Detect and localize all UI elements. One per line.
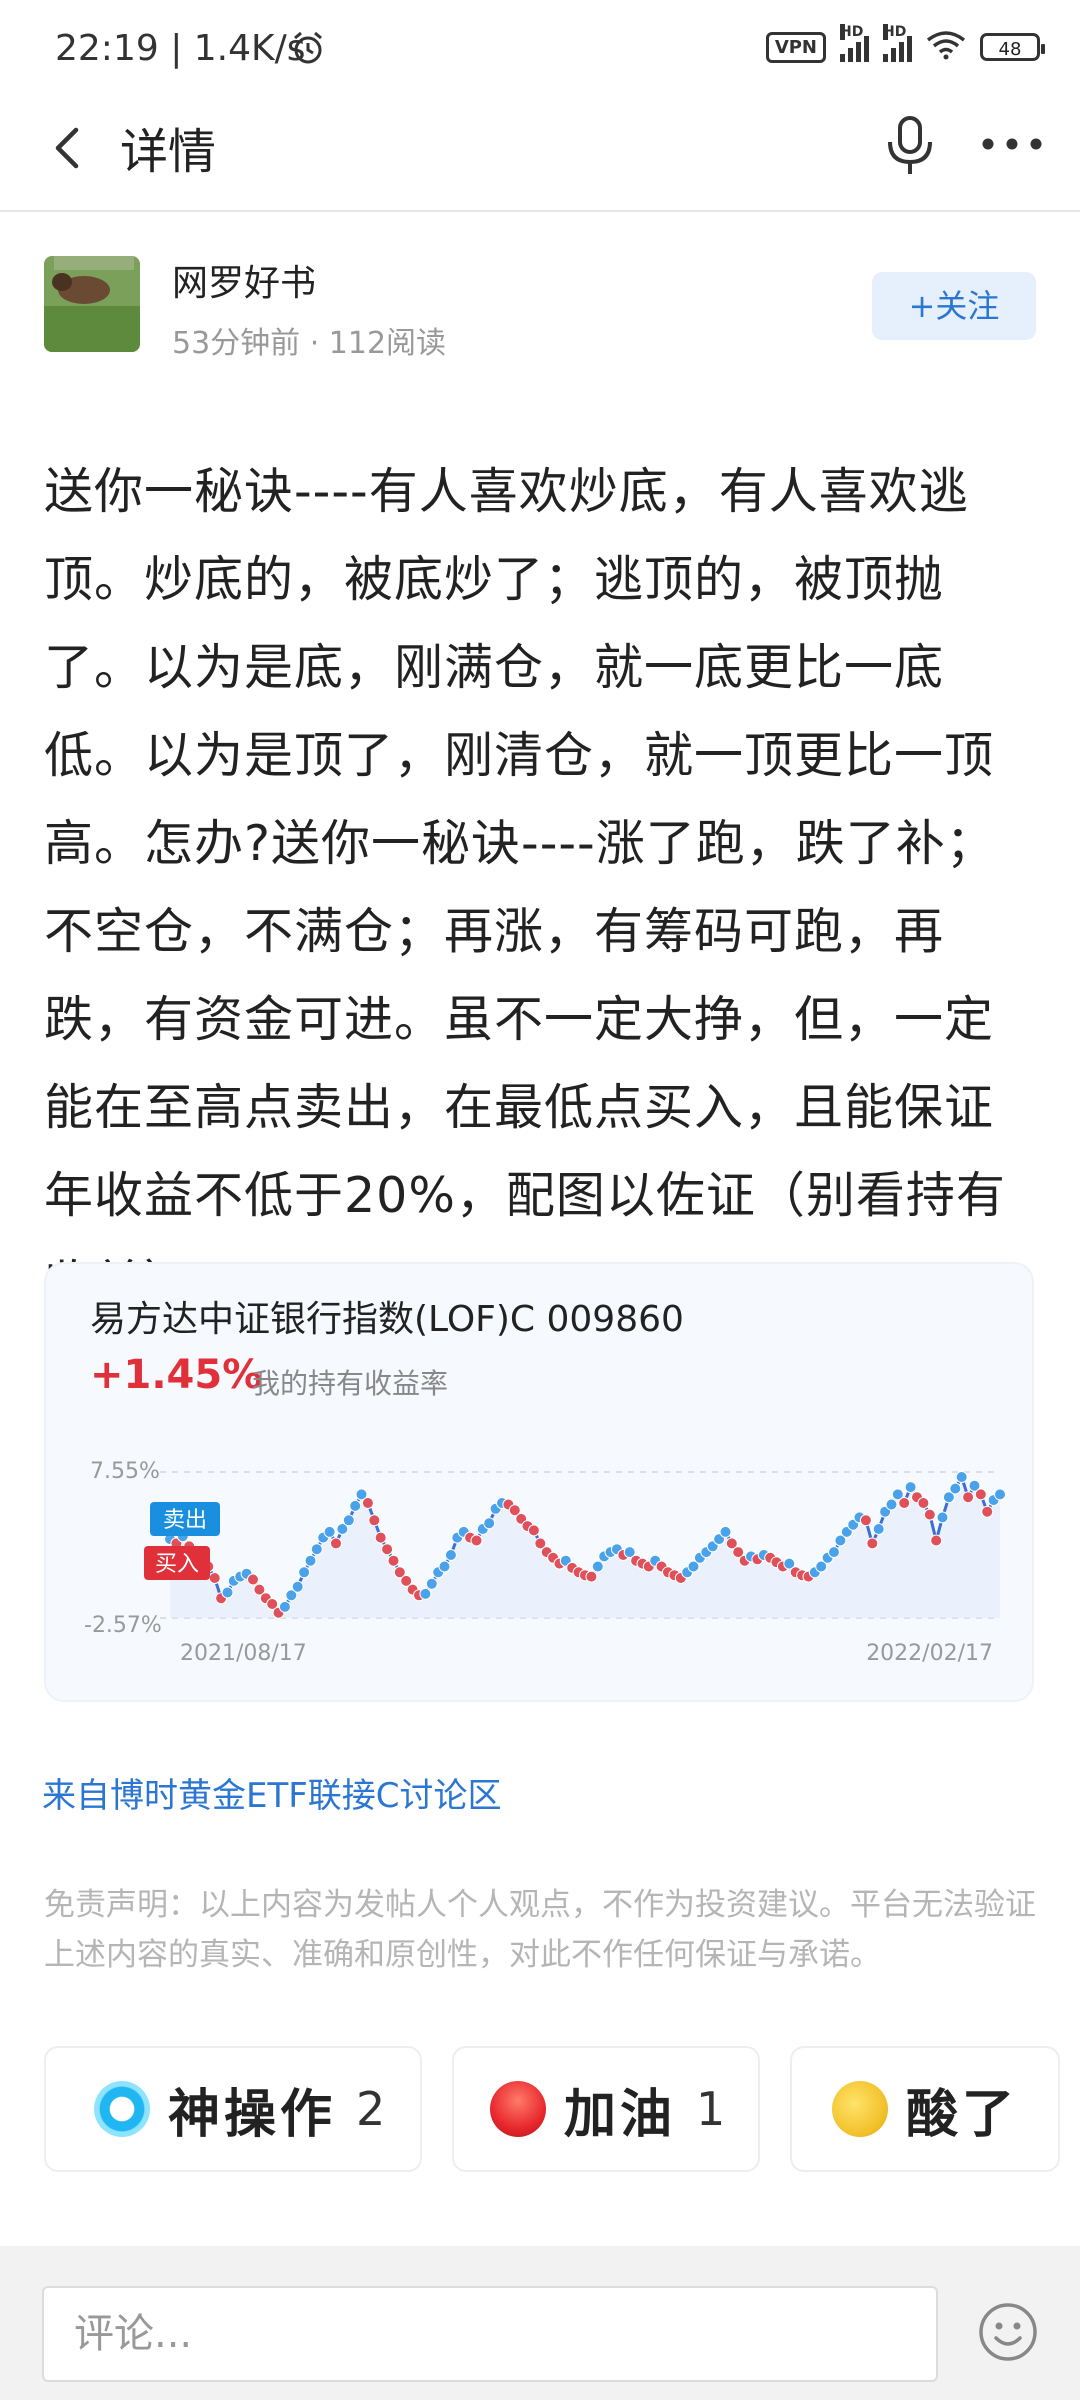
- swirl-icon: [94, 2081, 150, 2137]
- chart-point: [208, 1572, 221, 1584]
- post-content: 送你一秘诀----有人喜欢炒底，有人喜欢逃顶。炒底的，被底炒了；逃顶的，被顶抛了…: [44, 463, 1006, 1312]
- chart-point: [278, 1600, 291, 1613]
- chart-point: [872, 1523, 885, 1535]
- chart-point: [719, 1525, 732, 1538]
- chart-point: [381, 1543, 394, 1556]
- chart-point: [955, 1471, 968, 1483]
- chart-point: [374, 1531, 387, 1544]
- chart-point: [323, 1525, 336, 1538]
- post-time: 53分钟前: [172, 326, 301, 361]
- chart-point: [368, 1514, 381, 1527]
- buy-marker: 买入: [144, 1546, 210, 1580]
- follow-button[interactable]: +关注: [872, 272, 1036, 340]
- disclaimer: 免责声明：以上内容为发帖人个人观点，不作为投资建议。平台无法验证上述内容的真实、…: [44, 1887, 1036, 1973]
- chart-point: [930, 1534, 943, 1547]
- page-title: 详情: [120, 124, 217, 180]
- chart-point: [298, 1566, 311, 1579]
- discussion-board-link[interactable]: 来自博时黄金ETF联接C讨论区: [42, 1768, 502, 1817]
- signal-icon: HD: [840, 24, 869, 62]
- more-options-icon[interactable]: [980, 124, 1044, 168]
- status-time-speed: 22:19 | 1.4K/s: [55, 28, 306, 69]
- chart-point: [444, 1549, 457, 1561]
- reaction-shen-caozuo-button[interactable]: 神操作 2: [44, 2046, 422, 2172]
- chart-point: [866, 1537, 879, 1550]
- chart-point: [310, 1543, 323, 1556]
- chart-point: [470, 1534, 483, 1547]
- reaction-label: 酸了: [906, 2084, 1019, 2145]
- read-count: 112阅读: [328, 326, 447, 361]
- chart-point: [419, 1587, 432, 1600]
- chart-point: [828, 1546, 840, 1559]
- buy-label: 买入: [155, 1552, 199, 1577]
- alarm-icon: [290, 30, 326, 70]
- chart-point: [291, 1580, 304, 1593]
- status-icons: VPN HD HD 48: [765, 24, 1045, 64]
- holding-return-label: 我的持有收益率: [252, 1367, 449, 1400]
- chart-point: [591, 1560, 604, 1573]
- chart-point: [361, 1497, 374, 1509]
- hd-label: HD: [840, 24, 864, 40]
- reaction-jiayou-button[interactable]: 加油 1: [452, 2046, 760, 2172]
- chart-point: [962, 1491, 975, 1504]
- chart-point: [585, 1570, 598, 1583]
- chart-point: [221, 1586, 234, 1599]
- avatar[interactable]: [44, 256, 140, 352]
- y-max-label: 7.55%: [90, 1459, 160, 1484]
- emoji-icon[interactable]: [976, 2300, 1040, 2368]
- sell-label: 卖出: [163, 1508, 207, 1533]
- reaction-label: 神操作: [168, 2084, 337, 2145]
- chart-point: [387, 1554, 400, 1567]
- chart-point: [527, 1524, 540, 1537]
- author-name[interactable]: 网罗好书: [172, 254, 316, 306]
- signal-icon-2: HD: [883, 24, 912, 62]
- chart-point: [917, 1497, 930, 1509]
- microphone-icon[interactable]: [880, 112, 940, 184]
- chart-point: [304, 1554, 317, 1567]
- reaction-count: 2: [356, 2082, 386, 2136]
- wifi-icon: [926, 30, 966, 64]
- chart-point: [247, 1573, 259, 1586]
- drum-icon: [490, 2081, 546, 2137]
- chart-point: [994, 1488, 1006, 1501]
- chart-point: [349, 1499, 362, 1512]
- fund-chart: 7.55% -2.57% 卖出 买入 2021/08/17 2022/02/17: [84, 1459, 1006, 1666]
- reaction-count: 1: [696, 2082, 726, 2136]
- chart-point: [949, 1482, 962, 1495]
- chart-point: [483, 1517, 496, 1530]
- post-meta: 53分钟前 · 112阅读: [172, 326, 447, 361]
- y-min-label: -2.57%: [84, 1613, 162, 1638]
- holding-return-rate: +1.45%: [90, 1352, 263, 1398]
- network-speed: 1.4K/s: [193, 28, 306, 69]
- chart-point: [904, 1481, 917, 1494]
- comment-input[interactable]: 评论...: [42, 2286, 938, 2382]
- status-time: 22:19: [55, 28, 159, 69]
- chart-point: [974, 1488, 987, 1501]
- battery-icon: 48: [980, 33, 1045, 61]
- vpn-icon: VPN: [765, 31, 826, 63]
- reaction-label: 加油: [564, 2084, 677, 2145]
- battery-level: 48: [998, 39, 1022, 60]
- fund-name: 易方达中证银行指数(LOF)C 009860: [90, 1299, 684, 1340]
- chart-point: [425, 1577, 438, 1590]
- chart-point: [898, 1497, 911, 1509]
- back-icon[interactable]: [40, 118, 100, 178]
- chart-point: [330, 1537, 342, 1550]
- chart-point: [936, 1511, 949, 1524]
- chart-point: [342, 1514, 355, 1527]
- lemon-icon: [832, 2081, 888, 2137]
- hd-label-2: HD: [883, 24, 907, 40]
- chart-point: [923, 1508, 936, 1521]
- chart-point: [981, 1505, 994, 1518]
- x-start-label: 2021/08/17: [180, 1641, 307, 1666]
- chart-point: [438, 1560, 451, 1573]
- chart-point: [885, 1498, 898, 1511]
- reaction-suanle-button[interactable]: 酸了: [790, 2046, 1060, 2172]
- status-bar: 22:19 | 1.4K/s VPN HD HD 48: [0, 0, 1080, 100]
- x-end-label: 2022/02/17: [866, 1641, 993, 1666]
- sell-marker: 卖出: [150, 1502, 220, 1536]
- chart-point: [859, 1514, 872, 1527]
